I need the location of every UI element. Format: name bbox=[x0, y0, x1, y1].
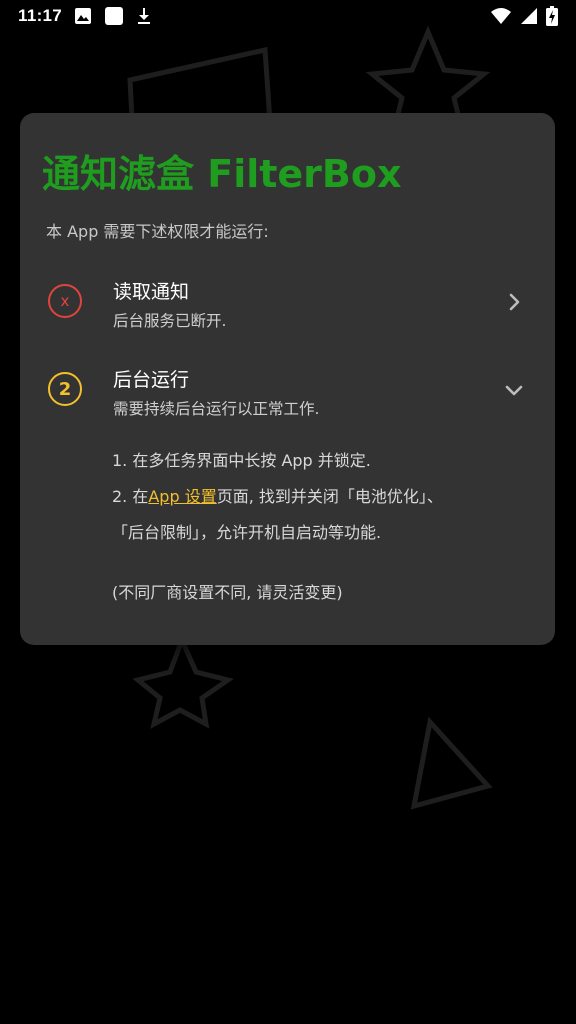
chevron-down-icon[interactable] bbox=[503, 379, 525, 401]
chevron-right-icon[interactable] bbox=[503, 291, 525, 313]
permission-title: 读取通知 bbox=[113, 281, 190, 303]
background-star-shape-lower bbox=[132, 633, 234, 729]
permission-dialog: 通知滤盒 FilterBox 本 App 需要下述权限才能运行: x 读取通知 … bbox=[20, 113, 555, 645]
instruction-step-1: 1. 在多任务界面中长按 App 并锁定. bbox=[112, 451, 371, 470]
dialog-title: 通知滤盒 FilterBox bbox=[42, 152, 402, 196]
instruction-step-2-prefix: 2. 在 bbox=[112, 487, 149, 506]
background-run-instructions: 1. 在多任务界面中长按 App 并锁定. 2. 在App 设置页面, 找到并关… bbox=[112, 443, 522, 605]
square-icon bbox=[104, 6, 124, 26]
download-icon bbox=[136, 7, 152, 25]
status-time: 11:17 bbox=[18, 6, 63, 25]
signal-icon bbox=[520, 7, 538, 25]
permission-description: 需要持续后台运行以正常工作. bbox=[113, 400, 320, 418]
permission-item-background-running[interactable]: 2 后台运行 需要持续后台运行以正常工作. bbox=[20, 359, 555, 429]
permission-title: 后台运行 bbox=[113, 369, 190, 391]
wifi-icon bbox=[490, 7, 512, 25]
status-bar-left: 11:17 bbox=[18, 6, 152, 26]
image-icon bbox=[74, 7, 92, 25]
instruction-step-2: 2. 在App 设置页面, 找到并关闭「电池优化」、 bbox=[112, 479, 522, 515]
instruction-step-2-suffix: 页面, 找到并关闭「电池优化」、 bbox=[216, 487, 443, 506]
error-status-badge: x bbox=[48, 284, 82, 318]
permission-item-read-notifications[interactable]: x 读取通知 后台服务已断开. bbox=[20, 271, 555, 341]
instruction-step-2-continued: 「后台限制」，允许开机自启动等功能. bbox=[112, 523, 382, 542]
vendor-note: (不同厂商设置不同, 请灵活变更) bbox=[112, 583, 343, 602]
status-bar: 11:17 bbox=[0, 0, 576, 32]
permission-description: 后台服务已断开. bbox=[113, 312, 227, 330]
app-settings-link[interactable]: App 设置 bbox=[148, 487, 216, 506]
status-bar-right bbox=[490, 6, 558, 26]
background-triangle-shape bbox=[410, 716, 493, 810]
warning-status-badge: 2 bbox=[48, 372, 82, 406]
dialog-subtitle: 本 App 需要下述权限才能运行: bbox=[46, 222, 269, 241]
battery-charging-icon bbox=[546, 6, 558, 26]
